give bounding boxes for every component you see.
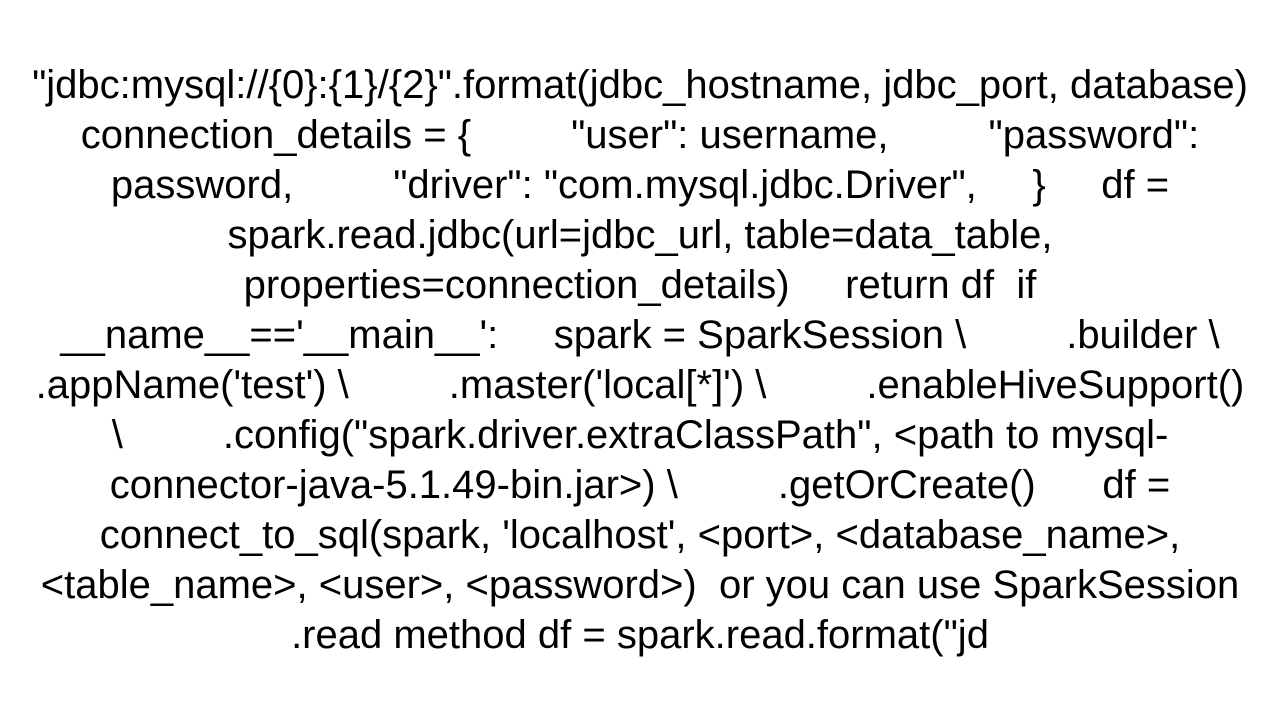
document-content: "jdbc:mysql://{0}:{1}/{2}".format(jdbc_h…	[0, 0, 1280, 720]
code-snippet-text: "jdbc:mysql://{0}:{1}/{2}".format(jdbc_h…	[30, 60, 1250, 660]
